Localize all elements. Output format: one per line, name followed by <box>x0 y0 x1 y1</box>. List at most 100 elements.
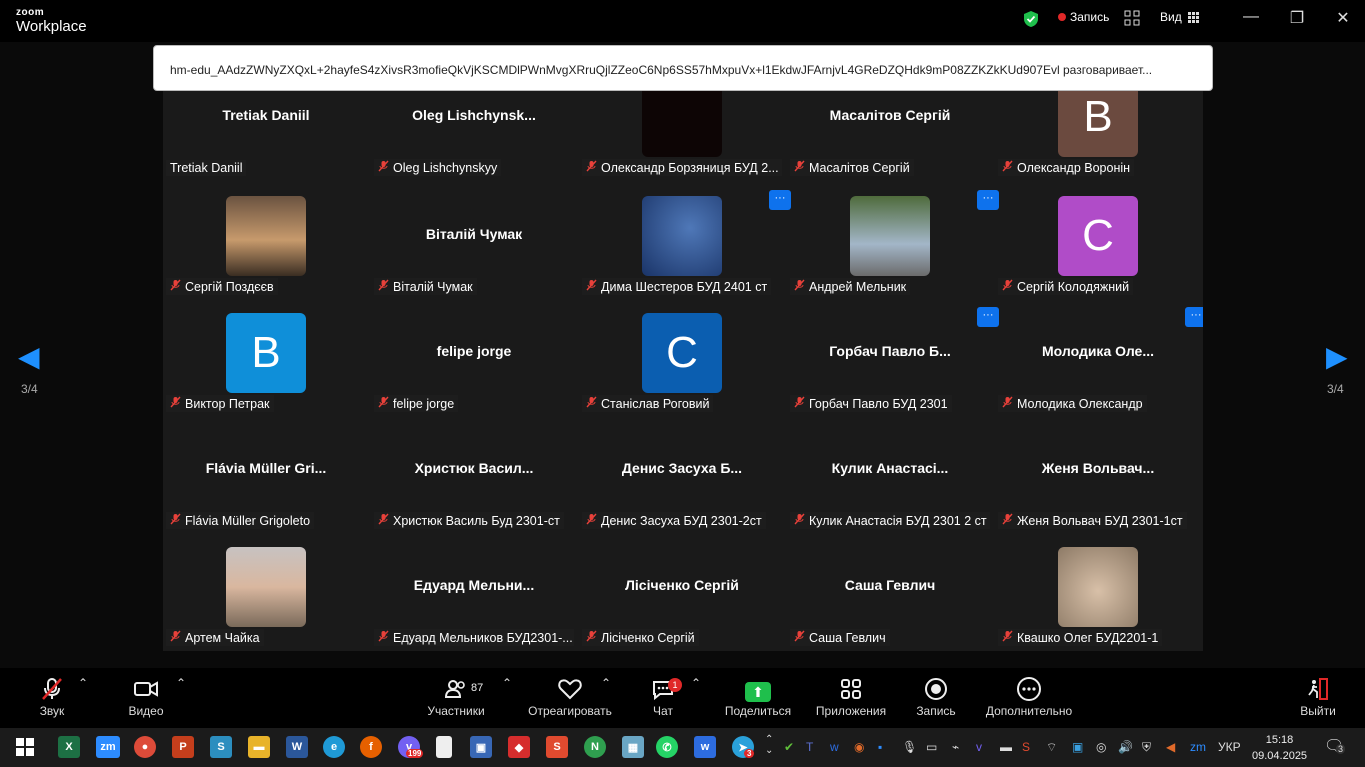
participant-tile[interactable]: Кулик Анастасі... Кулик Анастасія БУД 230… <box>787 422 993 535</box>
telegram-icon[interactable]: ➤ 3 <box>732 736 755 758</box>
participant-tile[interactable]: Едуард Мельни... Едуард Мельников БУД2301… <box>371 539 577 651</box>
document-icon[interactable] <box>436 736 452 758</box>
chat-button[interactable]: 1 Чат <box>646 676 682 718</box>
tray-usb-icon[interactable]: ⌁ <box>952 740 959 754</box>
participant-name-label: felipe jorge <box>374 395 459 412</box>
chrome-profile-icon[interactable]: N <box>584 736 606 758</box>
security-shield-icon[interactable] <box>1022 10 1040 28</box>
save-disk-icon[interactable]: ▣ <box>470 736 492 758</box>
tile-more-options-button[interactable]: ··· <box>1185 307 1203 327</box>
app-s-icon[interactable]: S <box>210 736 232 758</box>
next-page-arrow-icon[interactable]: ▶ <box>1326 340 1348 373</box>
muted-mic-icon <box>586 396 597 411</box>
audio-button[interactable]: Звук <box>32 676 72 718</box>
tray-viber-icon[interactable]: v <box>976 740 982 754</box>
chrome-icon[interactable]: ● <box>134 736 156 758</box>
tray-network-icon[interactable]: ▣ <box>1072 740 1083 754</box>
participant-name-text: Виктор Петрак <box>185 396 270 411</box>
participant-avatar: C <box>1058 196 1138 276</box>
close-button[interactable]: ✕ <box>1328 8 1358 32</box>
tray-check-icon[interactable]: ✔ <box>784 740 794 754</box>
share-screen-button[interactable]: ⬆ Поделиться <box>722 676 794 718</box>
tray-webcam-icon[interactable]: ◎ <box>1096 740 1106 754</box>
tray-display-icon[interactable]: ▭ <box>926 740 937 754</box>
apps-button[interactable]: Приложения <box>812 676 890 718</box>
participant-display-name: Горбач Павло Б... <box>829 343 951 359</box>
file-explorer-icon[interactable]: ▬ <box>248 736 270 758</box>
tray-teams-icon[interactable]: T <box>806 740 813 754</box>
video-button[interactable]: Видео <box>124 676 168 718</box>
notifications-icon[interactable]: 🗨 3 <box>1324 736 1346 756</box>
restore-button[interactable]: ❐ <box>1282 8 1312 32</box>
whatsapp-icon[interactable]: ✆ <box>656 736 678 758</box>
participant-tile[interactable]: C Станіслав Роговий <box>579 305 785 418</box>
tray-wifi-icon[interactable]: ⌔ <box>1046 740 1057 755</box>
tray-zoom-icon[interactable]: ▪ <box>878 740 882 754</box>
participant-tile[interactable]: Flávia Müller Gri... Flávia Müller Grigol… <box>163 422 369 535</box>
muted-mic-icon <box>1002 160 1013 175</box>
record-button[interactable]: Запись <box>912 676 960 718</box>
participant-tile[interactable]: C Сергій Колодяжний <box>995 188 1201 301</box>
webex-icon[interactable]: w <box>694 736 716 758</box>
muted-mic-icon <box>794 279 805 294</box>
system-clock[interactable]: 15:18 09.04.2025 <box>1252 732 1307 764</box>
more-button[interactable]: Дополнительно <box>982 676 1076 718</box>
tile-more-options-button[interactable]: ··· <box>977 190 999 210</box>
view-button[interactable]: Вид <box>1160 10 1199 24</box>
tray-volume-icon[interactable]: 🔊 <box>1118 740 1133 754</box>
muted-mic-icon <box>794 513 805 528</box>
participant-tile[interactable]: Христюк Васил... Христюк Василь Буд 2301-… <box>371 422 577 535</box>
participant-name-text: Андрей Мельник <box>809 279 907 294</box>
viber-icon[interactable]: v 199 <box>398 736 424 758</box>
participant-name-label: Квашко Олег БУД2201-1 <box>998 629 1163 646</box>
participants-options-chevron-icon[interactable]: ⌃ <box>502 676 512 690</box>
chat-options-chevron-icon[interactable]: ⌃ <box>691 676 701 690</box>
participant-tile[interactable]: Квашко Олег БУД2201-1 <box>995 539 1201 651</box>
tray-battery-icon[interactable]: ▬ <box>1000 740 1012 754</box>
recording-indicator[interactable]: Запись <box>1058 10 1109 24</box>
participant-tile[interactable]: felipe jorge felipe jorge <box>371 305 577 418</box>
tray-zoom-badge-icon[interactable]: zm <box>1190 740 1206 754</box>
tile-more-options-button[interactable]: ··· <box>769 190 791 210</box>
participant-tile[interactable]: B Виктор Петрак <box>163 305 369 418</box>
gallery-layout-icon[interactable] <box>1124 10 1140 26</box>
participant-tile[interactable]: Лісіченко Сергій Лісіченко Сергій <box>579 539 785 651</box>
participant-tile[interactable]: Віталій Чумак Віталій Чумак <box>371 188 577 301</box>
zoom-taskbar-icon[interactable]: zm <box>96 736 120 758</box>
tray-speaker-icon[interactable]: ◀ <box>1166 740 1175 754</box>
video-options-chevron-icon[interactable]: ⌃ <box>176 676 186 690</box>
participant-tile[interactable]: Денис Засуха Б... Денис Засуха БУД 2301-2… <box>579 422 785 535</box>
tile-more-options-button[interactable]: ··· <box>977 307 999 327</box>
participant-tile[interactable]: Саша Гевлич Саша Гевлич <box>787 539 993 651</box>
tray-security-icon[interactable]: ⛨ <box>1142 740 1151 755</box>
app-map-icon[interactable]: ▦ <box>622 736 644 758</box>
edge-icon[interactable]: e <box>323 736 345 758</box>
tray-webex-icon[interactable]: w <box>830 740 839 754</box>
react-options-chevron-icon[interactable]: ⌃ <box>601 676 611 690</box>
participant-tile[interactable]: Сергій Поздєєв <box>163 188 369 301</box>
participant-tile[interactable]: Молодика Оле... ··· Молодика Олександр <box>995 305 1203 418</box>
participants-button[interactable]: 87 Участники <box>423 676 489 718</box>
minimize-button[interactable]: — <box>1236 8 1266 32</box>
app-red-s-icon[interactable]: S <box>546 736 568 758</box>
word-icon[interactable]: W <box>286 736 308 758</box>
participant-tile[interactable]: ··· Андрей Мельник <box>787 188 999 301</box>
muted-mic-icon <box>170 279 181 294</box>
audio-options-chevron-icon[interactable]: ⌃ <box>78 676 88 690</box>
firefox-icon[interactable]: f <box>360 736 382 758</box>
participant-tile[interactable]: Женя Вольвач... Женя Вольвач БУД 2301-1ст <box>995 422 1201 535</box>
prev-page-arrow-icon[interactable]: ◀ <box>18 340 40 373</box>
tray-app-icon[interactable]: ◉ <box>854 740 864 754</box>
tray-s-icon[interactable]: S <box>1022 740 1030 754</box>
participant-tile[interactable]: Горбач Павло Б... ··· Горбач Павло БУД 230… <box>787 305 999 418</box>
tray-overflow-chevron-icon[interactable]: ⌃ ⌄ <box>765 734 773 756</box>
powerpoint-icon[interactable]: P <box>172 736 194 758</box>
anydesk-icon[interactable]: ◆ <box>508 736 530 758</box>
leave-button[interactable]: Выйти <box>1298 676 1338 718</box>
language-indicator[interactable]: УКР <box>1218 740 1241 754</box>
participant-tile[interactable]: Артем Чайка <box>163 539 369 651</box>
participant-tile[interactable]: ··· Дима Шестеров БУД 2401 ст <box>579 188 791 301</box>
windows-start-icon[interactable] <box>14 736 36 758</box>
tray-mic-icon[interactable]: 🎙 <box>902 740 917 754</box>
excel-icon[interactable]: X <box>58 736 80 758</box>
